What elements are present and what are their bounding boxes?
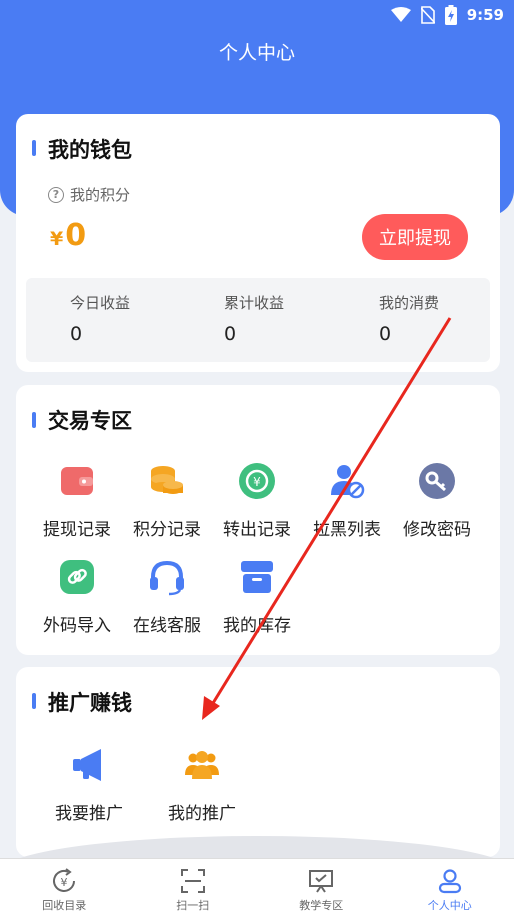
stat-value: 0: [70, 323, 83, 345]
blocked-user-icon: [331, 465, 365, 499]
grid-item-change-password[interactable]: 修改密码: [392, 461, 482, 540]
battery-charging-icon: [444, 5, 457, 25]
headset-icon: [150, 560, 184, 596]
grid-item-start-promotion[interactable]: 我要推广: [44, 745, 134, 824]
grid-item-my-promotion[interactable]: 我的推广: [157, 745, 247, 824]
stat-value: 0: [224, 323, 237, 345]
trade-title: 交易专区: [48, 409, 132, 433]
withdraw-button[interactable]: 立即提现: [362, 214, 468, 260]
wallet-card: 我的钱包 ? 我的积分 ¥ 0 立即提现 今日收益 0 累计收益 0 我的消费 …: [16, 114, 500, 372]
section-accent-bar: [32, 412, 36, 428]
tab-profile[interactable]: 个人中心: [386, 859, 514, 916]
tab-label: 回收目录: [42, 899, 87, 912]
tab-label: 个人中心: [427, 899, 472, 912]
stat-today-earnings[interactable]: 今日收益 0: [70, 292, 130, 345]
teaching-icon: [309, 870, 334, 893]
stat-value: 0: [379, 323, 392, 345]
svg-text:¥: ¥: [253, 475, 261, 489]
grid-item-withdraw-records[interactable]: 提现记录: [32, 461, 122, 540]
coins-icon: [151, 466, 183, 494]
tab-label: 扫一扫: [176, 899, 210, 912]
tab-label: 教学专区: [299, 899, 344, 912]
points-label-row[interactable]: ? 我的积分: [48, 184, 130, 205]
currency-symbol: ¥: [50, 228, 64, 250]
key-icon: [419, 463, 455, 499]
grid-item-points-records[interactable]: 积分记录: [122, 461, 212, 540]
wallet-title: 我的钱包: [48, 138, 132, 162]
grid-label: 我的推广: [168, 804, 236, 824]
section-accent-bar: [32, 140, 36, 156]
status-time: 9:59: [466, 6, 504, 24]
inventory-box-icon: [241, 561, 273, 593]
promote-card: 推广赚钱 我要推广 我的推广: [16, 667, 500, 857]
grid-label: 提现记录: [43, 520, 111, 540]
balance-display: ¥ 0: [50, 218, 86, 253]
stat-total-earnings[interactable]: 累计收益 0: [224, 292, 284, 345]
status-bar: 9:59: [390, 4, 504, 26]
stat-label: 今日收益: [70, 294, 131, 312]
page-title: 个人中心: [218, 42, 295, 64]
grid-item-my-inventory[interactable]: 我的库存: [212, 557, 302, 636]
tab-recycle-catalog[interactable]: ¥ 回收目录: [0, 859, 129, 916]
wifi-icon: [390, 7, 411, 23]
grid-label: 在线客服: [133, 616, 201, 636]
grid-label: 外码导入: [43, 616, 111, 636]
bottom-tab-bar: ¥ 回收目录 扫一扫 教学专区 个人中心: [0, 858, 514, 916]
link-icon: [60, 560, 94, 594]
grid-item-external-code-import[interactable]: 外码导入: [32, 557, 122, 636]
question-icon[interactable]: ?: [48, 186, 64, 203]
stat-my-spending[interactable]: 我的消费 0: [379, 292, 439, 345]
grid-label: 修改密码: [403, 520, 471, 540]
balance-amount: 0: [65, 218, 87, 253]
grid-item-online-support[interactable]: 在线客服: [122, 557, 212, 636]
scan-icon: [180, 869, 205, 893]
grid-label: 积分记录: [133, 520, 201, 540]
grid-item-transfer-records[interactable]: ¥ 转出记录: [212, 461, 302, 540]
tab-teaching[interactable]: 教学专区: [257, 859, 386, 916]
transfer-icon: ¥: [239, 463, 275, 499]
svg-text:¥: ¥: [61, 876, 68, 889]
stat-label: 累计收益: [224, 294, 285, 312]
profile-icon: [438, 869, 461, 894]
grid-item-block-list[interactable]: 拉黑列表: [302, 461, 392, 540]
recycle-catalog-icon: ¥: [53, 868, 76, 892]
section-accent-bar: [32, 693, 36, 709]
trade-card: 交易专区 提现记录 积分记录 ¥ 转出记录 拉黑列表 修改密码 外码导入 在线客…: [16, 385, 500, 655]
stats-panel: 今日收益 0 累计收益 0 我的消费 0: [26, 278, 490, 362]
tab-scan[interactable]: 扫一扫: [129, 859, 258, 916]
team-icon: [185, 751, 219, 779]
grid-label: 拉黑列表: [313, 520, 381, 540]
grid-label: 我的库存: [223, 616, 291, 636]
wallet-icon: [61, 467, 93, 495]
points-label: 我的积分: [70, 186, 131, 204]
no-sim-icon: [420, 6, 435, 24]
stat-label: 我的消费: [379, 294, 440, 312]
grid-label: 我要推广: [55, 804, 123, 824]
promote-title: 推广赚钱: [48, 691, 132, 715]
grid-label: 转出记录: [223, 520, 291, 540]
megaphone-icon: [73, 749, 101, 781]
